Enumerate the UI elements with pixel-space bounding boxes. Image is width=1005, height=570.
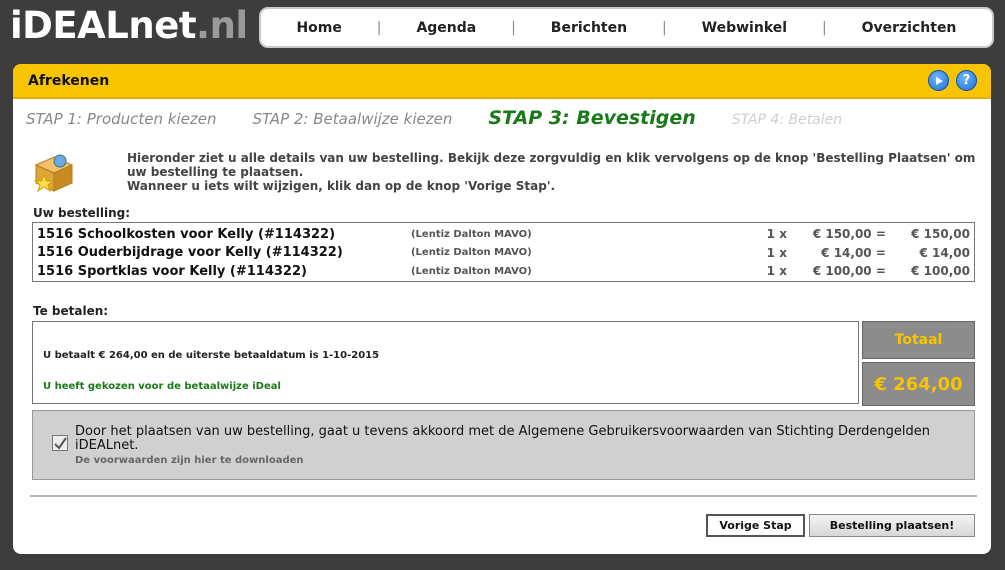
nav-separator: | <box>376 19 382 36</box>
payment-label: Te betalen: <box>33 304 109 318</box>
order-table: 1516 Schoolkosten voor Kelly (#114322) (… <box>32 222 975 282</box>
intro-line-2: Wanneer u iets wilt wijzigen, klik dan o… <box>127 179 556 193</box>
item-school: (Lentiz Dalton MAVO) <box>410 265 532 277</box>
table-row: 1516 Ouderbijdrage voor Kelly (#114322) … <box>37 244 970 263</box>
panel-title: Afrekenen <box>28 72 110 89</box>
item-qty: 1 x <box>766 264 787 279</box>
table-row: 1516 Sportklas voor Kelly (#114322) (Len… <box>37 262 970 281</box>
total-value: € 264,00 <box>862 362 975 406</box>
nav-separator: | <box>511 19 516 36</box>
payment-summary: U betaalt € 264,00 en de uiterste betaal… <box>32 321 859 404</box>
brand-name: iDEALnet <box>10 4 197 47</box>
agreement-box: Door het plaatsen van uw bestelling, gaa… <box>32 410 975 480</box>
payment-method-text: U heeft gekozen voor de betaalwijze iDea… <box>43 381 281 392</box>
item-school: (Lentiz Dalton MAVO) <box>410 228 532 240</box>
item-total: € 150,00 <box>911 227 970 242</box>
item-total: € 14,00 <box>919 245 970 260</box>
item-school: (Lentiz Dalton MAVO) <box>410 247 532 259</box>
step-3: STAP 3: Bevestigen <box>488 107 696 129</box>
due-text: U betaalt € 264,00 en de uiterste betaal… <box>43 350 380 361</box>
checkbox-checked-icon[interactable] <box>52 435 68 451</box>
panel-header: Afrekenen <box>13 64 991 99</box>
step-4: STAP 4: Betalen <box>731 112 843 128</box>
step-indicator: STAP 1: Producten kiezen STAP 2: Betaalw… <box>26 107 878 129</box>
main-nav: Home | Agenda | Berichten | Webwinkel | … <box>259 7 994 48</box>
intro-text: Hieronder ziet u alle details van uw bes… <box>127 151 977 193</box>
play-icon[interactable] <box>928 70 949 91</box>
package-star-icon <box>30 151 78 193</box>
item-unit-price: € 14,00 = <box>821 245 886 260</box>
place-order-button[interactable]: Bestelling plaatsen! <box>809 514 975 537</box>
help-icon[interactable]: ? <box>956 70 977 91</box>
nav-overzichten[interactable]: Overzichten <box>862 20 957 36</box>
checkout-panel: Afrekenen ? STAP 1: Producten kiezen STA… <box>13 64 991 554</box>
nav-berichten[interactable]: Berichten <box>551 20 627 36</box>
step-1: STAP 1: Producten kiezen <box>26 110 217 128</box>
item-unit-price: € 150,00 = <box>812 227 886 242</box>
nav-webwinkel[interactable]: Webwinkel <box>702 20 787 36</box>
previous-step-button[interactable]: Vorige Stap <box>706 514 805 537</box>
divider <box>30 495 977 497</box>
item-total: € 100,00 <box>911 264 970 279</box>
intro-line-1: Hieronder ziet u alle details van uw bes… <box>127 151 976 179</box>
brand-logo[interactable]: iDEALnet.nl <box>10 4 248 48</box>
item-qty: 1 x <box>766 227 787 242</box>
agreement-text: Door het plaatsen van uw bestelling, gaa… <box>75 424 931 453</box>
nav-separator: | <box>662 19 667 36</box>
item-unit-price: € 100,00 = <box>812 264 886 279</box>
item-qty: 1 x <box>766 245 787 260</box>
item-name: 1516 Ouderbijdrage voor Kelly (#114322) <box>37 245 343 261</box>
nav-home[interactable]: Home <box>296 20 341 36</box>
nav-agenda[interactable]: Agenda <box>416 20 476 36</box>
brand-suffix: .nl <box>196 4 248 47</box>
terms-download-link[interactable]: De voorwaarden zijn hier te downloaden <box>75 455 304 466</box>
table-row: 1516 Schoolkosten voor Kelly (#114322) (… <box>37 225 970 244</box>
item-name: 1516 Schoolkosten voor Kelly (#114322) <box>37 226 336 242</box>
item-name: 1516 Sportklas voor Kelly (#114322) <box>37 263 307 279</box>
header-icons: ? <box>928 70 977 91</box>
nav-separator: | <box>821 19 827 36</box>
step-2: STAP 2: Betaalwijze kiezen <box>252 110 453 128</box>
total-label: Totaal <box>862 321 975 359</box>
order-label: Uw bestelling: <box>33 206 131 220</box>
